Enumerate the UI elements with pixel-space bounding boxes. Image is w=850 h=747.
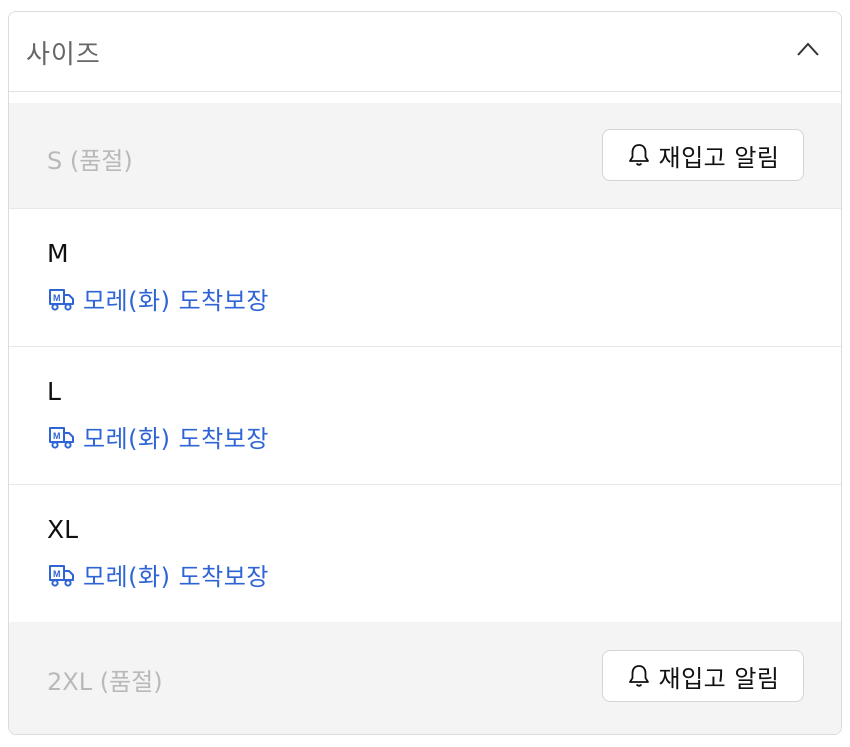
size-option-2xl[interactable]: 2XL (품절) 재입고 알림 — [9, 622, 841, 734]
restock-alert-label: 재입고 알림 — [658, 664, 780, 693]
size-option-label: S (품절) — [47, 147, 133, 175]
size-option-label: XL — [47, 515, 79, 544]
svg-text:M: M — [53, 431, 61, 441]
svg-text:M: M — [53, 293, 61, 303]
svg-text:M: M — [53, 569, 61, 579]
delivery-guarantee-text: 모레(화) 도착보장 — [83, 563, 269, 591]
delivery-guarantee-text: 모레(화) 도착보장 — [83, 425, 269, 453]
size-option-s[interactable]: S (품절) 재입고 알림 — [9, 103, 841, 208]
size-option-label: 2XL (품절) — [47, 668, 163, 696]
delivery-truck-icon: M — [49, 288, 74, 311]
restock-alert-button[interactable]: 재입고 알림 — [602, 129, 804, 181]
delivery-truck-icon: M — [49, 426, 74, 449]
size-option-m[interactable]: M M 모레(화) 도착보장 — [9, 208, 841, 347]
bell-icon — [629, 665, 650, 687]
bell-icon — [629, 144, 650, 166]
delivery-guarantee-text: 모레(화) 도착보장 — [83, 287, 269, 315]
size-dropdown-title: 사이즈 — [26, 40, 101, 70]
restock-alert-button[interactable]: 재입고 알림 — [602, 650, 804, 702]
restock-alert-label: 재입고 알림 — [658, 143, 780, 172]
delivery-info: M 모레(화) 도착보장 — [47, 419, 269, 454]
size-dropdown-header[interactable]: 사이즈 — [9, 12, 841, 92]
chevron-up-icon[interactable] — [797, 42, 819, 56]
size-option-xl[interactable]: XL M 모레(화) 도착보장 — [9, 485, 841, 622]
size-option-label: L — [47, 377, 61, 406]
delivery-info: M 모레(화) 도착보장 — [47, 557, 269, 592]
delivery-info: M 모레(화) 도착보장 — [47, 281, 269, 316]
size-option-label: M — [47, 239, 69, 268]
size-option-l[interactable]: L M 모레(화) 도착보장 — [9, 347, 841, 485]
delivery-truck-icon: M — [49, 564, 74, 587]
size-dropdown: 사이즈 S (품절) 재입고 알림 M M 모레(화) 도착보장 L M 모레(… — [8, 11, 842, 735]
